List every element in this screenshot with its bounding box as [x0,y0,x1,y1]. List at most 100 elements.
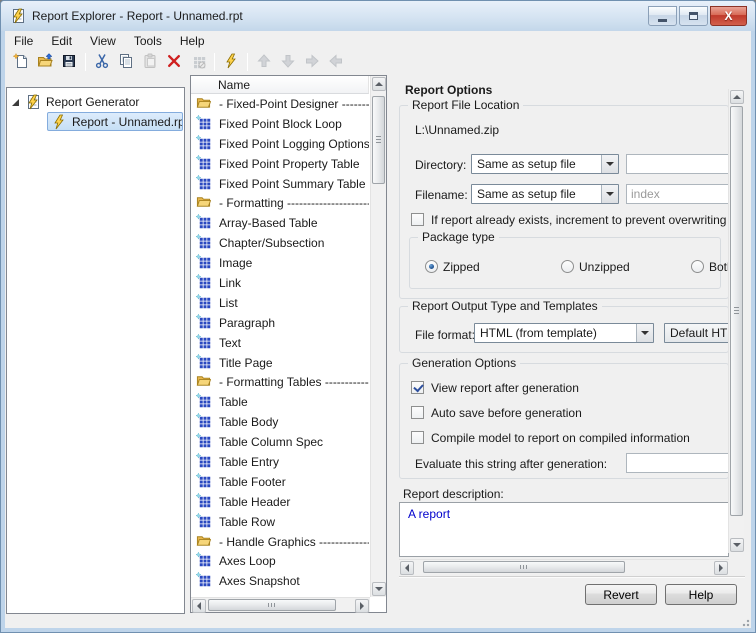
checkbox-label: Auto save before generation [431,406,582,420]
list-item-title-page[interactable]: Title Page [191,353,369,373]
minimize-button[interactable] [648,6,677,26]
list-item-table-body[interactable]: Table Body [191,412,369,432]
radio-both[interactable] [691,260,704,273]
radio-unzipped[interactable] [561,260,574,273]
list-item-image[interactable]: Image [191,253,369,273]
tree-expand-icon[interactable] [11,97,21,107]
arrow-down-icon [375,587,383,595]
scroll-left-button[interactable] [192,599,206,613]
list-item-label: Table Column Spec [219,435,324,450]
delete-button[interactable] [162,51,186,73]
scroll-left-button[interactable] [400,561,414,575]
component-list-hscrollbar[interactable] [191,597,370,613]
generate-report-button[interactable] [219,51,243,73]
new-report-button[interactable] [9,51,33,73]
component-library-panel: Name - Fixed-Point Designer ------------… [190,75,387,613]
report-file-icon [51,114,67,130]
template-button[interactable]: Default HTM [664,323,729,343]
list-item-label: Fixed Point Block Loop [219,116,342,131]
title-bar[interactable]: Report Explorer - Report - Unnamed.rpt X [1,1,755,31]
checkbox-label: Compile model to report on compiled info… [431,431,690,445]
list-item-chapter-subsection[interactable]: Chapter/Subsection [191,233,369,253]
hscroll-thumb[interactable] [208,599,336,611]
increment-checkbox[interactable] [411,213,424,226]
list-item-array-based-table[interactable]: Array-Based Table [191,213,369,233]
menu-file[interactable]: File [5,33,42,49]
radio-zipped[interactable] [425,260,438,273]
list-item-handle-graphics[interactable]: - Handle Graphics ---------------- [191,532,369,552]
open-report-button[interactable] [33,51,57,73]
report-description-textarea[interactable]: A report [399,502,729,557]
hscroll-thumb[interactable] [423,561,625,573]
list-item-fixed-point-summary-table[interactable]: Fixed Point Summary Table [191,174,369,194]
close-button[interactable]: X [710,6,747,26]
menu-tools[interactable]: Tools [125,33,171,49]
folder-icon [196,95,219,113]
save-report-button[interactable] [57,51,81,73]
chevron-down-icon[interactable] [601,185,618,203]
list-item-table-row[interactable]: Table Row [191,512,369,532]
list-item-label: Table Row [219,514,276,529]
list-item-table-column-spec[interactable]: Table Column Spec [191,432,369,452]
chevron-down-icon[interactable] [636,324,653,342]
list-item-formatting[interactable]: - Formatting ------------------------ [191,193,369,213]
vscroll-thumb[interactable] [372,96,385,184]
checkbox-auto-save[interactable] [411,406,424,419]
list-item-formatting-tables[interactable]: - Formatting Tables --------------- [191,372,369,392]
list-item-list[interactable]: List [191,293,369,313]
vscroll-thumb[interactable] [730,106,743,516]
evaluate-input[interactable] [626,453,729,473]
list-item-paragraph[interactable]: Paragraph [191,313,369,333]
directory-combo[interactable]: Same as setup file [471,154,619,174]
list-item-link[interactable]: Link [191,273,369,293]
filename-field[interactable] [626,184,729,204]
help-button[interactable]: Help [665,584,737,605]
scroll-up-button[interactable] [372,77,386,91]
file-format-combo[interactable]: HTML (from template) [474,323,654,343]
checkbox-view-report[interactable] [411,381,424,394]
menu-view[interactable]: View [81,33,125,49]
scroll-down-button[interactable] [730,538,744,552]
cut-button[interactable] [90,51,114,73]
tree-item-report-generator[interactable]: Report Generator [11,93,139,111]
list-item-fixed-point-property-table[interactable]: Fixed Point Property Table [191,154,369,174]
component-list-vscrollbar[interactable] [370,76,386,597]
tree-item-report-unnamed[interactable]: Report - Unnamed.rpt* [47,112,183,131]
list-item-fixed-point-designer[interactable]: - Fixed-Point Designer ------------ [191,94,369,114]
options-vscrollbar[interactable] [728,89,744,553]
component-icon [195,174,219,193]
list-item-text[interactable]: Text [191,333,369,353]
scroll-right-button[interactable] [355,599,369,613]
list-item-table[interactable]: Table [191,392,369,412]
scroll-up-button[interactable] [730,90,744,104]
checkbox-compile-model[interactable] [411,431,424,444]
list-header-name[interactable]: Name [191,76,369,94]
list-item-axes-loop[interactable]: Axes Loop [191,551,369,571]
maximize-button[interactable] [679,6,708,26]
options-hscrollbar[interactable] [399,559,729,575]
minimize-icon [658,18,667,22]
component-icon [195,134,219,153]
template-button-label: Default HTM [670,326,728,340]
list-item-axes-snapshot[interactable]: Axes Snapshot [191,571,369,591]
filename-combo[interactable]: Same as setup file [471,184,619,204]
list-item-label: Table Entry [219,454,280,469]
resize-grip[interactable] [740,617,750,627]
directory-field[interactable] [626,154,729,174]
revert-button[interactable]: Revert [585,584,657,605]
list-item-table-header[interactable]: Table Header [191,492,369,512]
scroll-right-button[interactable] [714,561,728,575]
scroll-down-button[interactable] [372,582,386,596]
copy-button[interactable] [114,51,138,73]
menu-edit[interactable]: Edit [42,33,81,49]
component-icon [195,452,219,471]
list-item-fixed-point-block-loop[interactable]: Fixed Point Block Loop [191,114,369,134]
filename-label: Filename: [415,188,468,202]
list-item-table-footer[interactable]: Table Footer [191,472,369,492]
move-down-button [276,51,300,73]
report-file-path: L:\Unnamed.zip [415,123,500,137]
list-item-table-entry[interactable]: Table Entry [191,452,369,472]
menu-help[interactable]: Help [171,33,214,49]
list-item-fixed-point-logging-options[interactable]: Fixed Point Logging Options [191,134,369,154]
chevron-down-icon[interactable] [601,155,618,173]
